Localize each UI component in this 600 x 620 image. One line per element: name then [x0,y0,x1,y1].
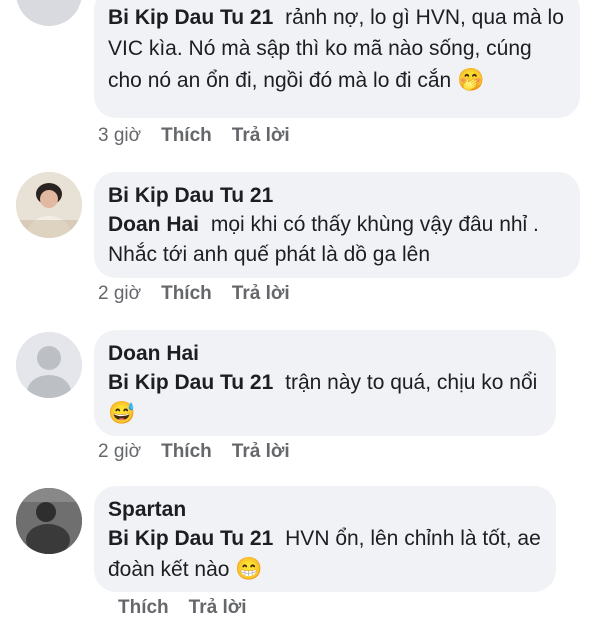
comment-tag[interactable]: Bi Kip Dau Tu 21 [108,371,273,394]
comment-time[interactable]: 3 giờ [98,124,141,148]
avatar[interactable] [16,0,82,26]
default-avatar-icon [16,332,82,398]
emoji: 😁 [235,556,263,581]
comment-author[interactable]: Spartan [108,496,542,524]
comment-time[interactable]: 2 giờ [98,440,141,464]
reply-button[interactable]: Trả lời [232,124,290,148]
emoji: 🤭 [457,67,485,92]
comment-bubble: Doan Hai Bi Kip Dau Tu 21 trận này to qu… [94,330,556,436]
comment-meta: 3 giờ Thích Trả lời [98,124,290,148]
like-button[interactable]: Thích [161,282,212,306]
comment-time[interactable]: 2 giờ [98,282,141,306]
avatar[interactable] [16,332,82,398]
comment-meta: 2 giờ Thích Trả lời [98,282,290,306]
like-button[interactable]: Thích [161,124,212,148]
avatar[interactable] [16,488,82,554]
comment-tag[interactable]: Bi Kip Dau Tu 21 [108,527,273,550]
comment-bubble: Spartan Bi Kip Dau Tu 21 HVN ổn, lên chỉ… [94,486,556,592]
reply-button[interactable]: Trả lời [232,440,290,464]
person-photo-icon [16,172,82,238]
comment-bubble: Bi Kip Dau Tu 21 Doan Hai mọi khi có thấ… [94,172,580,278]
person-photo-icon [16,488,82,554]
comment-author[interactable]: Bi Kip Dau Tu 21 [108,182,566,210]
emoji: 😅 [108,400,136,425]
comment-tag[interactable]: Doan Hai [108,213,199,236]
reply-button[interactable]: Trả lời [232,282,290,306]
comment-author[interactable]: Bi Kip Dau Tu 21 [108,6,273,29]
avatar[interactable] [16,172,82,238]
comment-author[interactable]: Doan Hai [108,340,542,368]
comment-bubble: Bi Kip Dau Tu 21 rảnh nợ, lo gì HVN, qua… [94,0,580,118]
like-button[interactable]: Thích [161,440,212,464]
comment-text: trận này to quá, chịu ko nổi [285,371,538,394]
comment-meta: 2 giờ Thích Trả lời [98,440,290,464]
